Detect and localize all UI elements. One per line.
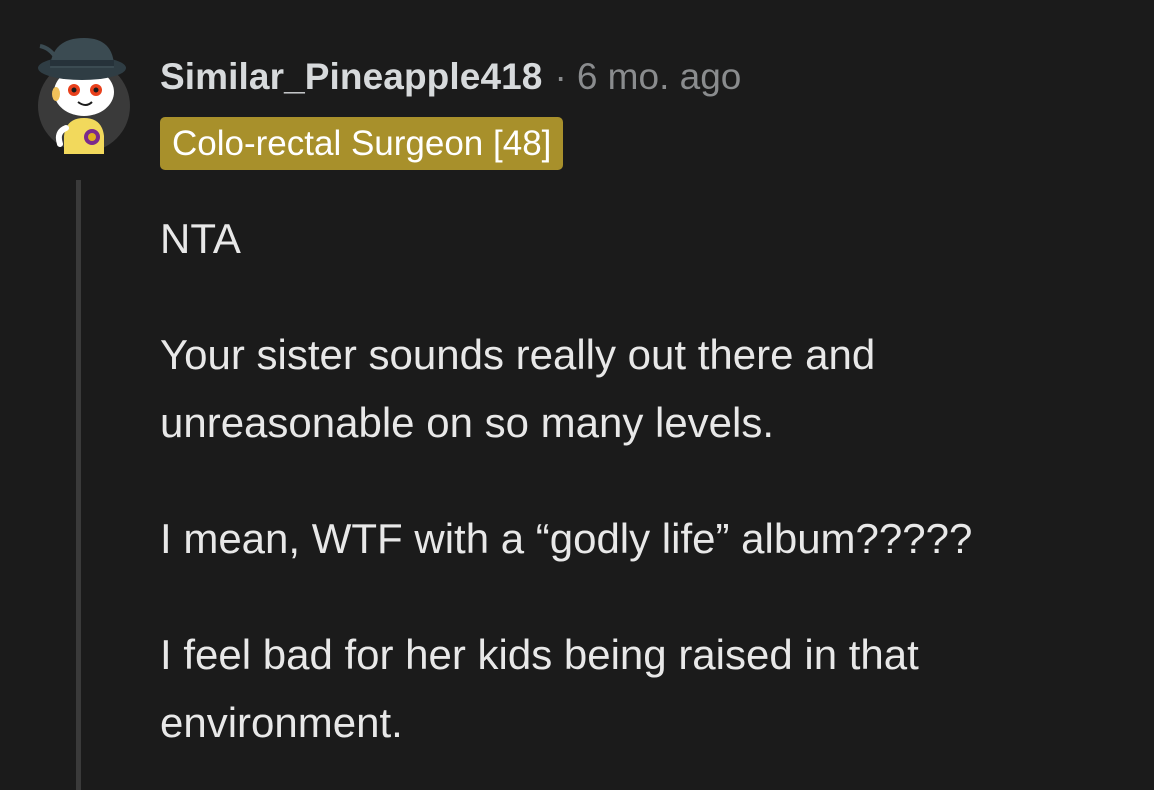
comment-paragraph: I feel bad for her kids being raised in … — [160, 631, 919, 746]
user-flair-badge: Colo-rectal Surgeon [48] — [160, 117, 564, 170]
thread-collapse-line[interactable] — [76, 180, 81, 790]
meta-separator: · — [554, 56, 567, 97]
username-link[interactable]: Similar_Pineapple418 — [160, 56, 542, 98]
comment-body: NTA Your sister sounds really out there … — [160, 205, 1120, 790]
user-avatar-icon[interactable] — [26, 32, 134, 156]
comment-header: Similar_Pineapple418 · 6 mo. ago — [160, 52, 741, 102]
timestamp[interactable]: 6 mo. ago — [577, 56, 742, 98]
comment-paragraph: NTA — [160, 215, 241, 262]
comment-paragraph: I mean, WTF with a “godly life” album???… — [160, 515, 973, 562]
comment: Similar_Pineapple418 · 6 mo. ago Colo-re… — [0, 0, 1154, 790]
comment-paragraph: Your sister sounds really out there and … — [160, 331, 876, 446]
